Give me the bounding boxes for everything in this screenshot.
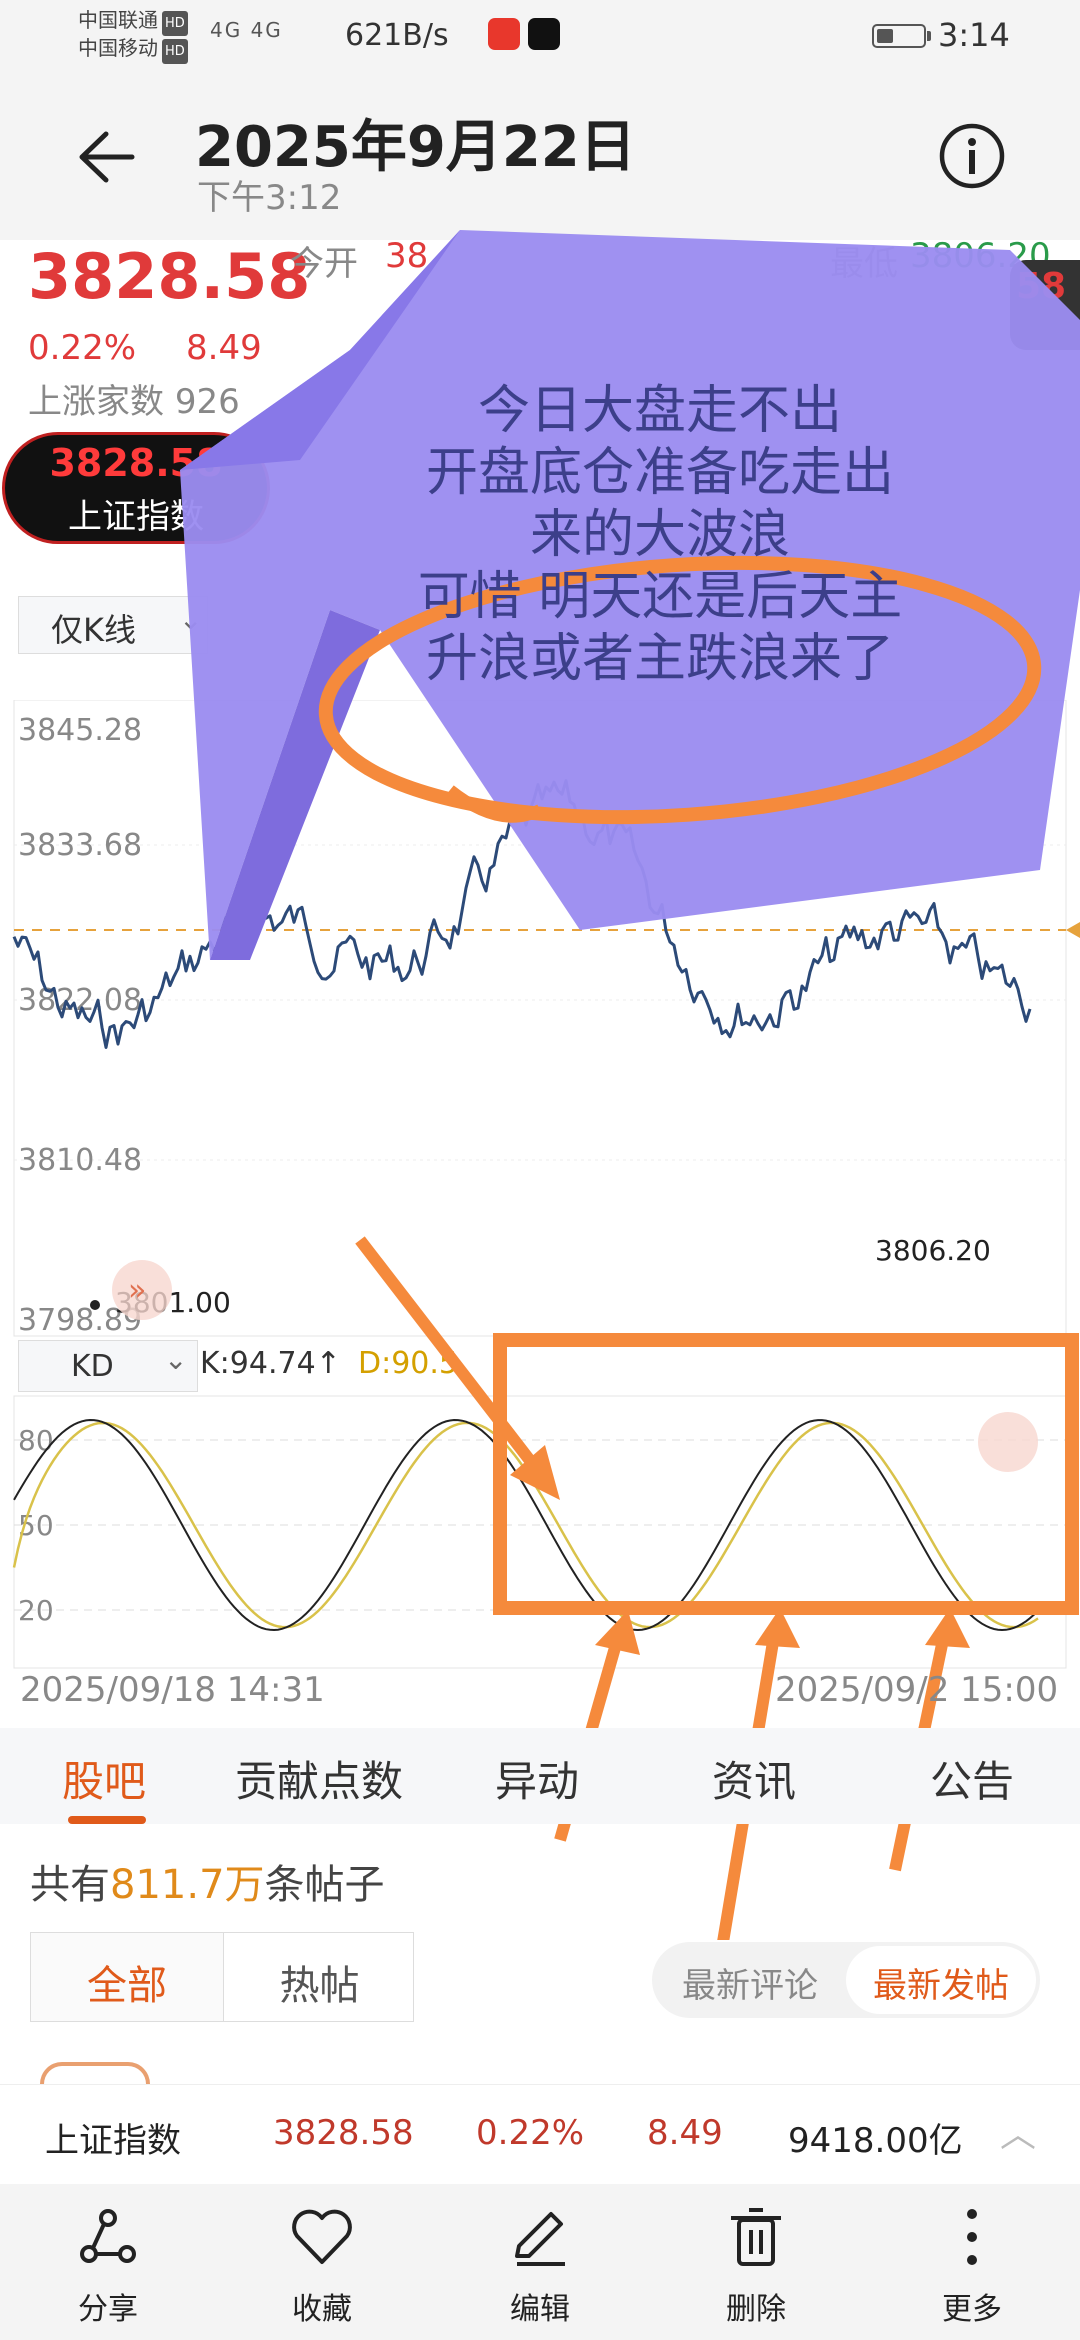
battery-icon (872, 24, 926, 48)
carrier-1: 中国联通 (78, 8, 158, 32)
sort-latest-post[interactable]: 最新发帖 (846, 1946, 1036, 2014)
content-tabs: 股吧 贡献点数 异动 资讯 公告 (0, 1728, 1080, 1824)
chart-end-date: 2025/09/2 15:00 (775, 1670, 1059, 1710)
y-tick: 3845.28 (18, 713, 142, 748)
ticker-percent: 0.22% (476, 2113, 585, 2153)
edit-button[interactable]: 编辑 (470, 2202, 610, 2328)
rise-label: 上涨家数 (28, 382, 164, 422)
kline-mode-label: 仅K线 (51, 611, 136, 649)
index-percent: 0.22% (28, 328, 137, 368)
kline-mode-select[interactable]: 仅K线 ⌄ (18, 596, 208, 654)
open-label: 今开 (290, 244, 358, 284)
signal-icon: 4G 4G (210, 18, 283, 42)
post-count: 共有811.7万条帖子 (30, 1852, 385, 1910)
trash-icon (731, 2208, 781, 2266)
annotation-text: 今日大盘走不出 开盘底仓准备吃走出 来的大波浪 可惜 明天还是后天主 升浪或者主… (340, 380, 980, 690)
app-notification-icon (488, 18, 520, 50)
rise-count: 上涨家数 926 (28, 374, 240, 423)
bottom-action-bar: 分享 收藏 编辑 删除 更多 (0, 2184, 1080, 2340)
avatar[interactable] (40, 2062, 150, 2084)
low-label: 最低 (830, 244, 898, 284)
back-arrow-icon[interactable] (70, 122, 140, 192)
info-icon[interactable] (938, 122, 1006, 190)
ticker-volume: 9418.00亿 (788, 2121, 963, 2161)
more-button[interactable]: 更多 (902, 2202, 1042, 2328)
hd-badge: HD (162, 39, 188, 64)
tiktok-icon (528, 18, 560, 50)
y-tick: 3810.48 (18, 1143, 142, 1178)
tab-announcement[interactable]: 公告 (930, 1748, 1014, 1809)
annotation-line: 开盘底仓准备吃走出 (425, 443, 894, 503)
right-index-pill[interactable]: 58 (1010, 260, 1080, 350)
tab-contribution[interactable]: 贡献点数 (235, 1748, 403, 1809)
carrier-info: 中国联通 HD 中国移动 HD (78, 8, 188, 64)
index-price: 3828.58 (28, 240, 311, 313)
tab-news[interactable]: 资讯 (712, 1748, 796, 1809)
annotation-arrows (355, 1236, 1079, 1940)
open-value: 38 (385, 236, 429, 276)
rise-value: 926 (174, 382, 240, 422)
ticker-name: 上证指数 (45, 2121, 181, 2161)
sort-toggle: 最新评论 最新发帖 (652, 1942, 1040, 2018)
favorite-button[interactable]: 收藏 (252, 2202, 392, 2328)
pencil-icon (515, 2212, 565, 2266)
edit-label: 编辑 (510, 2292, 570, 2327)
post-count-value: 811.7万 (110, 1862, 265, 1908)
post-count-suffix: 条帖子 (264, 1862, 385, 1908)
page-subtitle: 下午3:12 (197, 178, 342, 218)
ticker-price: 3828.58 (273, 2113, 414, 2153)
header: 2025年9月22日 下午3:12 (0, 70, 1080, 240)
index-switch-pill[interactable]: 3828.58 上证指数 (2, 432, 270, 544)
filter-hot-button[interactable]: 热帖 (223, 1933, 415, 2021)
more-label: 更多 (942, 2292, 1002, 2327)
annotation-line: 升浪或者主跌浪来了 (425, 629, 894, 689)
clock: 3:14 (938, 16, 1010, 54)
bottom-ticker[interactable]: 上证指数 3828.58 0.22% 8.49 9418.00亿 ︿ (0, 2084, 1080, 2184)
pill-value: 3828.58 (49, 441, 223, 485)
annotation-line: 可惜 明天还是后天主 (417, 567, 903, 627)
tab-guba[interactable]: 股吧 (62, 1748, 146, 1809)
share-icon (80, 2209, 136, 2263)
chevron-up-icon[interactable]: ︿ (1000, 2105, 1036, 2157)
y-tick: 3833.68 (18, 828, 142, 863)
filter-all-button[interactable]: 全部 (31, 1933, 223, 2021)
status-bar: 中国联通 HD 中国移动 HD 4G 4G 621B/s 3:14 (0, 0, 1080, 70)
tab-active-indicator (68, 1816, 146, 1824)
pill-name: 上证指数 (68, 497, 204, 537)
post-filter: 全部 热帖 (30, 1932, 414, 2022)
delete-button[interactable]: 删除 (686, 2202, 826, 2328)
delete-label: 删除 (726, 2292, 786, 2327)
battery-tip (927, 31, 931, 41)
net-speed: 621B/s (345, 18, 449, 53)
index-change: 8.49 (186, 328, 262, 368)
tab-movement[interactable]: 异动 (495, 1748, 579, 1809)
heart-icon (292, 2209, 352, 2264)
annotation-line: 来的大波浪 (529, 505, 790, 565)
sort-latest-comment[interactable]: 最新评论 (682, 1958, 818, 2007)
annotation-line: 今日大盘走不出 (477, 381, 842, 441)
chevron-down-icon: ⌄ (179, 603, 203, 636)
more-icon (967, 2209, 977, 2265)
post-count-prefix: 共有 (30, 1862, 110, 1908)
carrier-2: 中国移动 (78, 36, 158, 60)
hd-badge: HD (162, 11, 188, 36)
share-label: 分享 (78, 2292, 138, 2327)
chart-start-date: 2025/09/18 14:31 (20, 1670, 325, 1710)
ticker-change: 8.49 (647, 2113, 723, 2153)
favorite-label: 收藏 (292, 2292, 352, 2327)
share-button[interactable]: 分享 (38, 2202, 178, 2328)
